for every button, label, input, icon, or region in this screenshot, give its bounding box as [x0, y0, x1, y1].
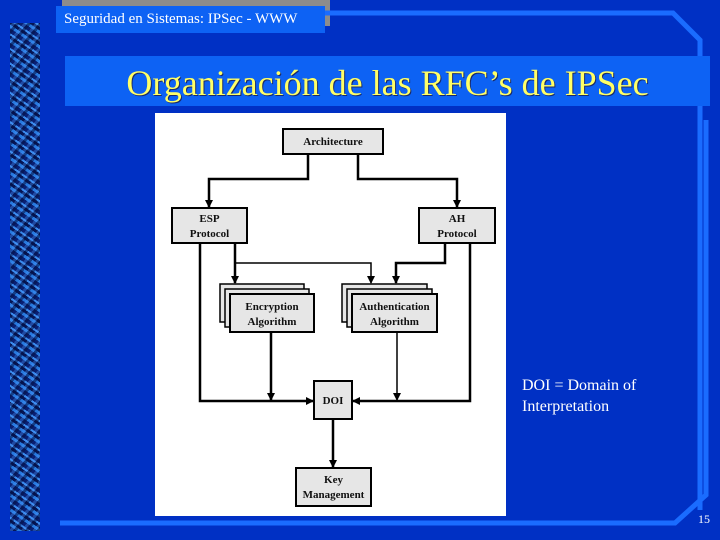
node-label: DOI [323, 395, 344, 407]
node-architecture: Architecture [282, 128, 384, 155]
node-key-management: Key Management [295, 467, 372, 507]
ipsec-rfc-diagram: Architecture ESP Protocol AH Protocol En… [171, 128, 496, 507]
node-authentication: Authentication Algorithm [341, 283, 438, 333]
node-label: Encryption [245, 301, 298, 313]
node-label: Protocol [437, 228, 477, 240]
node-ah: AH Protocol [418, 207, 496, 244]
node-label: Architecture [303, 136, 363, 148]
edge-esp-authentication [235, 262, 375, 284]
edge-architecture-ah [356, 154, 461, 208]
page-number: 15 [698, 512, 710, 526]
node-label: Algorithm [370, 316, 419, 328]
node-label: AH [449, 213, 466, 225]
note-line: Interpretation [522, 398, 610, 415]
node-encryption: Encryption Algorithm [219, 283, 315, 333]
node-label: Algorithm [248, 316, 297, 328]
edge-ah-authentication [392, 243, 447, 284]
edge-architecture-esp [205, 154, 310, 208]
node-esp: ESP Protocol [171, 207, 248, 244]
node-label: ESP [199, 213, 219, 225]
node-label: Protocol [190, 228, 230, 240]
note-line: DOI = Domain of [522, 377, 637, 394]
node-doi: DOI [313, 380, 353, 420]
node-label: Key [324, 474, 343, 486]
node-label: Management [303, 489, 365, 501]
doi-note: DOI = Domain of Interpretation [522, 375, 682, 417]
node-label: Authentication [359, 301, 429, 313]
